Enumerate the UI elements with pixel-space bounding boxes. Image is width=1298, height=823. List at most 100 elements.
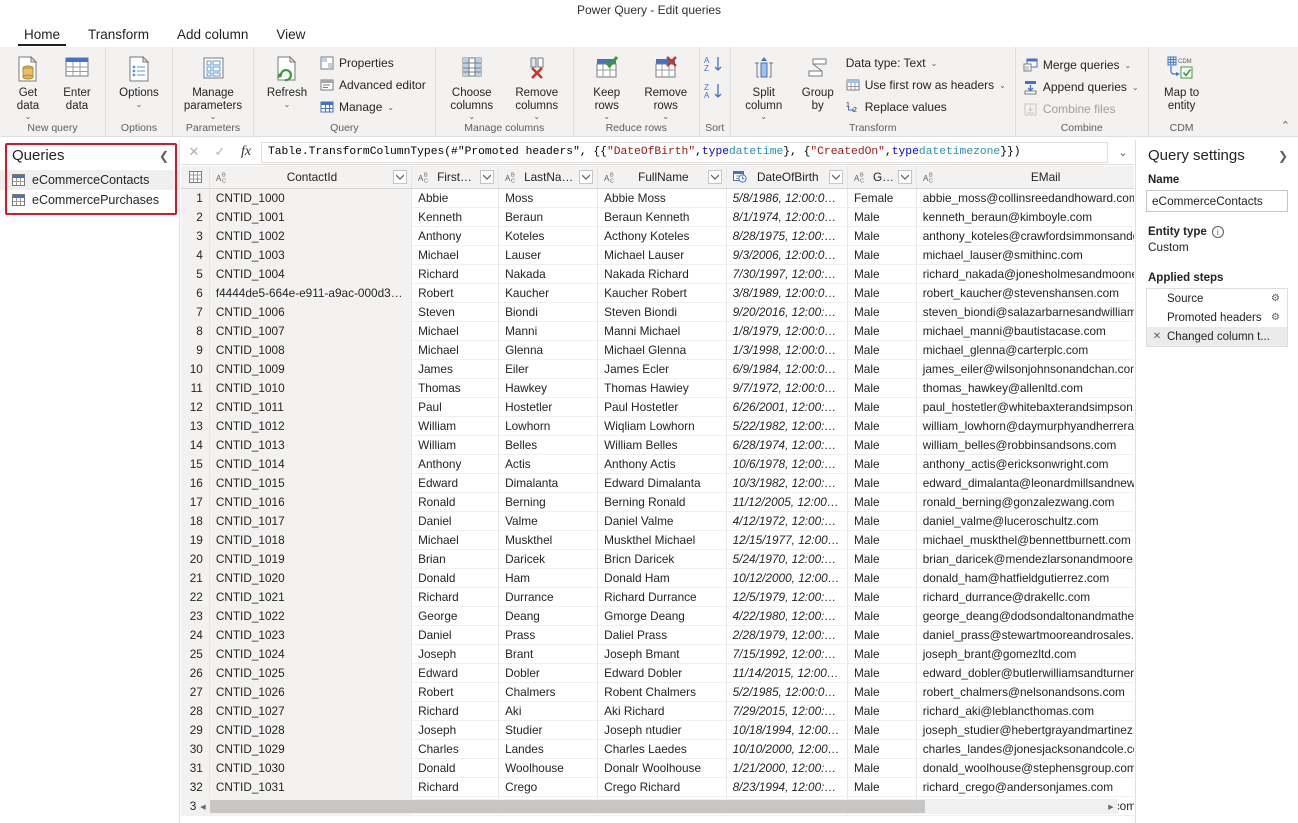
cell-gender[interactable]: Male	[847, 397, 917, 417]
cell-contactid[interactable]: CNTID_1017	[209, 511, 413, 531]
table-row[interactable]: 22 CNTID_1021 Richard Durrance Richard Durra…	[181, 587, 1134, 607]
cell-fullname[interactable]: Michael Lauser	[597, 245, 727, 265]
cell-contactid[interactable]: CNTID_1012	[209, 416, 413, 436]
cell-dateofbirth[interactable]: 3/8/1989, 12:00:00 AM	[726, 283, 848, 303]
group-by-button[interactable]: Group by	[794, 50, 842, 112]
cell-firstname[interactable]: William	[411, 435, 500, 455]
cell-email[interactable]: richard_aki@leblancthomas.com	[916, 701, 1134, 721]
cell-dateofbirth[interactable]: 10/12/2000, 12:00:00 ...	[726, 568, 848, 588]
cell-dateofbirth[interactable]: 8/1/1974, 12:00:00 AM	[726, 207, 848, 227]
cell-gender[interactable]: Male	[847, 492, 917, 512]
cell-dateofbirth[interactable]: 11/14/2015, 12:00:00 ...	[726, 663, 848, 683]
column-filter-dropdown-icon[interactable]	[480, 169, 495, 184]
cell-gender[interactable]: Male	[847, 587, 917, 607]
cell-gender[interactable]: Male	[847, 264, 917, 284]
fx-icon[interactable]: fx	[233, 140, 259, 164]
cell-lastname[interactable]: Brant	[498, 644, 599, 664]
table-row[interactable]: 10 CNTID_1009 James Eiler James Ecler 6/9/198…	[181, 359, 1134, 379]
cell-contactid[interactable]: CNTID_1008	[209, 340, 413, 360]
row-number[interactable]: 23	[181, 606, 210, 626]
cell-email[interactable]: michael_manni@bautistacase.com	[916, 321, 1134, 341]
cell-contactid[interactable]: CNTID_1019	[209, 549, 413, 569]
cell-fullname[interactable]: Gmorge Deang	[597, 606, 727, 626]
cell-email[interactable]: daniel_valme@luceroschultz.com	[916, 511, 1134, 531]
cell-gender[interactable]: Male	[847, 454, 917, 474]
manage-parameters-button[interactable]: Manage parameters ⌄	[177, 50, 249, 121]
table-row[interactable]: 24 CNTID_1023 Daniel Prass Daliel Prass 2/28/…	[181, 625, 1134, 645]
table-row[interactable]: 5 CNTID_1004 Richard Nakada Nakada Richard 7/…	[181, 264, 1134, 284]
cell-lastname[interactable]: Dobler	[498, 663, 599, 683]
cell-fullname[interactable]: Joseph ntudier	[597, 720, 727, 740]
cell-lastname[interactable]: Crego	[498, 777, 599, 797]
formula-expand-chevron-down-icon[interactable]: ⌄	[1112, 146, 1134, 159]
row-number[interactable]: 6	[181, 283, 210, 303]
cell-gender[interactable]: Male	[847, 340, 917, 360]
cell-dateofbirth[interactable]: 8/23/1994, 12:00:00 AM	[726, 777, 848, 797]
cell-email[interactable]: michael_lauser@smithinc.com	[916, 245, 1134, 265]
column-filter-dropdown-icon[interactable]	[707, 169, 722, 184]
column-header-email[interactable]: A B C EMail	[916, 166, 1134, 189]
cell-fullname[interactable]: Muskthel Michael	[597, 530, 727, 550]
table-row[interactable]: 1 CNTID_1000 Abbie Moss Abbie Moss 5/8/1986, …	[181, 188, 1134, 208]
cell-firstname[interactable]: Ronald	[411, 492, 500, 512]
row-number[interactable]: 31	[181, 758, 210, 778]
cell-dateofbirth[interactable]: 5/8/1986, 12:00:00 AM	[726, 188, 848, 208]
cell-fullname[interactable]: Richard Durrance	[597, 587, 727, 607]
cell-email[interactable]: daniel_prass@stewartmooreandrosales.com	[916, 625, 1134, 645]
cell-email[interactable]: george_deang@dodsondaltonandmathews.com	[916, 606, 1134, 626]
refresh-button[interactable]: Refresh ⌄	[258, 50, 316, 109]
data-grid-container[interactable]: ABC ContactId ABC FirstName ABC LastName ABC Fu…	[181, 166, 1134, 823]
row-number[interactable]: 18	[181, 511, 210, 531]
cell-lastname[interactable]: Kaucher	[498, 283, 599, 303]
cell-email[interactable]: anthony_koteles@crawfordsimmonsandgreene…	[916, 226, 1134, 246]
cell-firstname[interactable]: Brian	[411, 549, 500, 569]
options-button[interactable]: Options ⌄	[110, 50, 168, 109]
cell-email[interactable]: anthony_actis@ericksonwright.com	[916, 454, 1134, 474]
cell-firstname[interactable]: Daniel	[411, 625, 500, 645]
cell-email[interactable]: william_lowhorn@daymurphyandherrera.com	[916, 416, 1134, 436]
table-row[interactable]: 30 CNTID_1029 Charles Landes Charles Laedes 1…	[181, 739, 1134, 759]
cell-firstname[interactable]: Michael	[411, 321, 500, 341]
cell-dateofbirth[interactable]: 4/22/1980, 12:00:00 AM	[726, 606, 848, 626]
cell-gender[interactable]: Male	[847, 663, 917, 683]
cell-lastname[interactable]: Beraun	[498, 207, 599, 227]
row-number[interactable]: 27	[181, 682, 210, 702]
cell-fullname[interactable]: Thomas Hawiey	[597, 378, 727, 398]
query-list-item-ecommercecontacts[interactable]: eCommerceContacts	[0, 170, 179, 190]
cell-fullname[interactable]: Wiqliam Lowhorn	[597, 416, 727, 436]
cell-dateofbirth[interactable]: 6/26/2001, 12:00:00 AM	[726, 397, 848, 417]
cell-contactid[interactable]: CNTID_1010	[209, 378, 413, 398]
cell-gender[interactable]: Male	[847, 283, 917, 303]
cell-gender[interactable]: Male	[847, 739, 917, 759]
table-row[interactable]: 11 CNTID_1010 Thomas Hawkey Thomas Hawiey 9/7…	[181, 378, 1134, 398]
cell-gender[interactable]: Male	[847, 568, 917, 588]
enter-data-button[interactable]: Enter data	[53, 50, 101, 112]
cell-gender[interactable]: Male	[847, 321, 917, 341]
cell-contactid[interactable]: CNTID_1015	[209, 473, 413, 493]
cell-firstname[interactable]: James	[411, 359, 500, 379]
cell-fullname[interactable]: Acthony Koteles	[597, 226, 727, 246]
cell-email[interactable]: richard_nakada@jonesholmesandmooney.com	[916, 264, 1134, 284]
triangle-left-icon[interactable]: ◀	[196, 803, 210, 811]
cell-email[interactable]: edward_dobler@butlerwilliamsandturner.co…	[916, 663, 1134, 683]
cell-dateofbirth[interactable]: 10/6/1978, 12:00:00 AM	[726, 454, 848, 474]
cell-firstname[interactable]: Michael	[411, 245, 500, 265]
row-number[interactable]: 28	[181, 701, 210, 721]
table-row[interactable]: 27 CNTID_1026 Robert Chalmers Robent Chalmer…	[181, 682, 1134, 702]
cell-gender[interactable]: Male	[847, 245, 917, 265]
row-number[interactable]: 24	[181, 625, 210, 645]
cell-email[interactable]: michael_muskthel@bennettburnett.com	[916, 530, 1134, 550]
row-number[interactable]: 16	[181, 473, 210, 493]
cell-fullname[interactable]: Charles Laedes	[597, 739, 727, 759]
cell-dateofbirth[interactable]: 5/22/1982, 12:00:00 AM	[726, 416, 848, 436]
replace-values-button[interactable]: 1 2 Replace values	[843, 97, 1011, 117]
cell-gender[interactable]: Male	[847, 606, 917, 626]
cell-contactid[interactable]: f4444de5-664e-e911-a9ac-000d3a2d57...	[209, 283, 413, 303]
cell-lastname[interactable]: Chalmers	[498, 682, 599, 702]
cell-dateofbirth[interactable]: 5/24/1970, 12:00:00 AM	[726, 549, 848, 569]
table-row[interactable]: 20 CNTID_1019 Brian Daricek Bricn Daricek 5/2…	[181, 549, 1134, 569]
chevron-right-icon[interactable]: ❯	[1278, 149, 1288, 163]
query-name-input[interactable]	[1146, 190, 1288, 212]
row-number[interactable]: 19	[181, 530, 210, 550]
cell-contactid[interactable]: CNTID_1022	[209, 606, 413, 626]
